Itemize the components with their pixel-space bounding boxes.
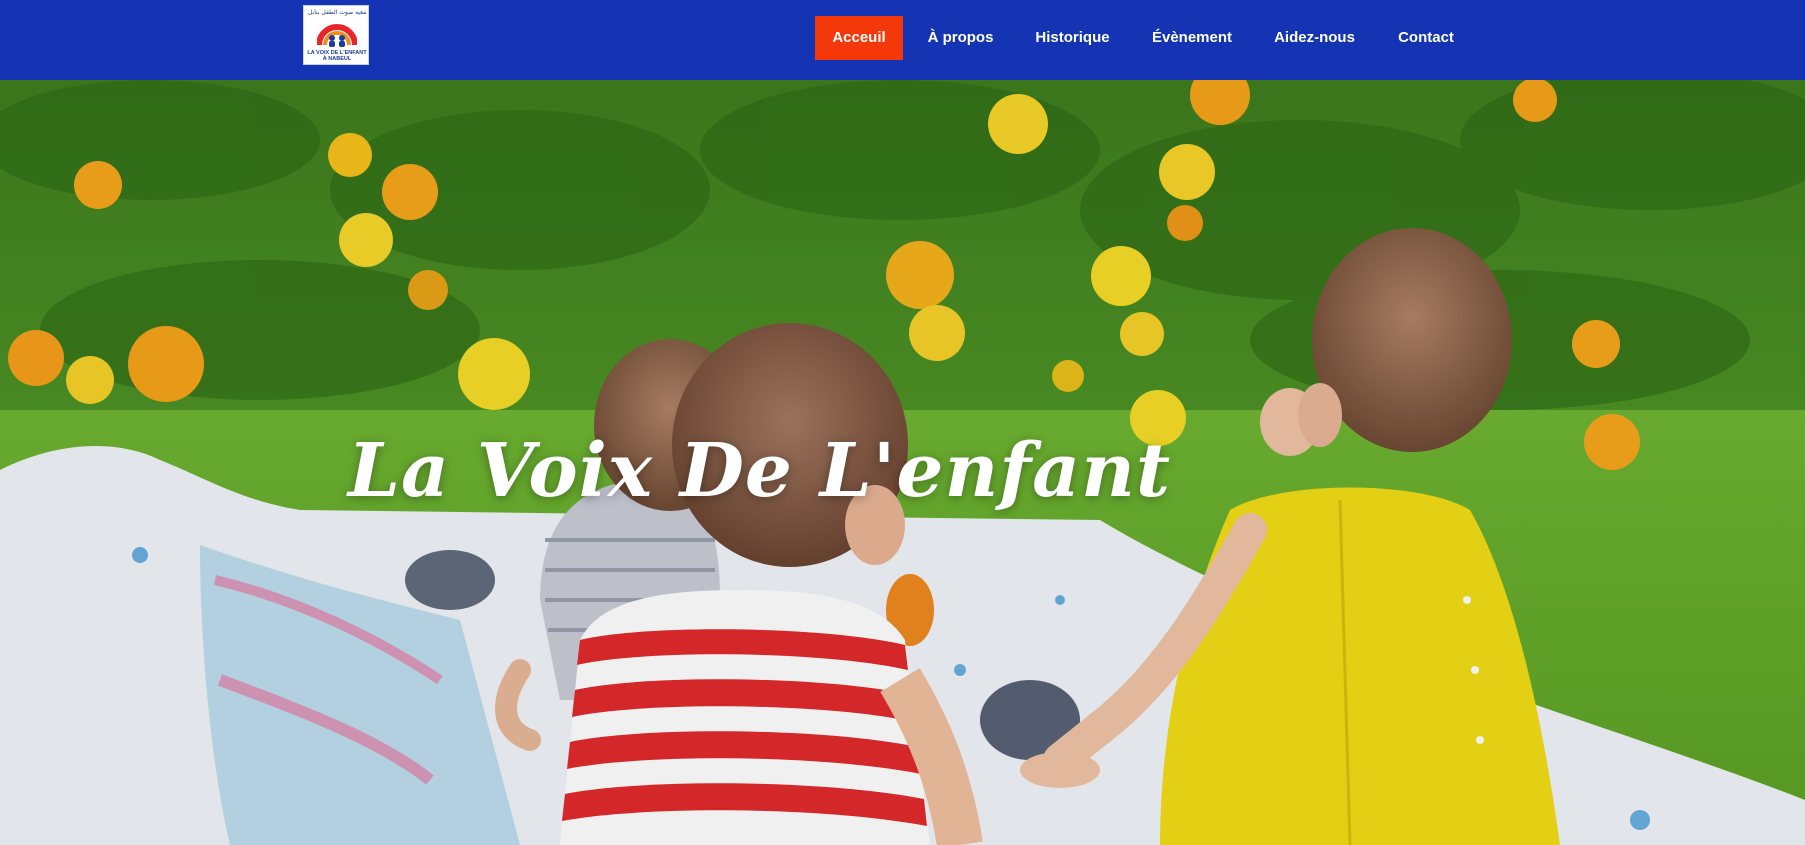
site-header: جمعية صوت الطفل بنابل LA VOIX DE L'ENFAN…: [0, 0, 1805, 80]
nav-item-a-propos[interactable]: À propos: [922, 16, 999, 60]
nav-item-acceuil[interactable]: Acceuil: [815, 16, 903, 60]
nav-item-contact[interactable]: Contact: [1393, 16, 1459, 60]
hero-title: La Voix De L'enfant: [348, 428, 1172, 514]
hero-section: La Voix De L'enfant: [0, 80, 1805, 845]
nav-item-historique[interactable]: Historique: [1032, 16, 1113, 60]
nav-item-aidez-nous[interactable]: Aidez-nous: [1271, 16, 1358, 60]
main-nav: Acceuil À propos Historique Évènement Ai…: [0, 16, 1805, 60]
nav-item-evenement[interactable]: Évènement: [1150, 16, 1234, 60]
